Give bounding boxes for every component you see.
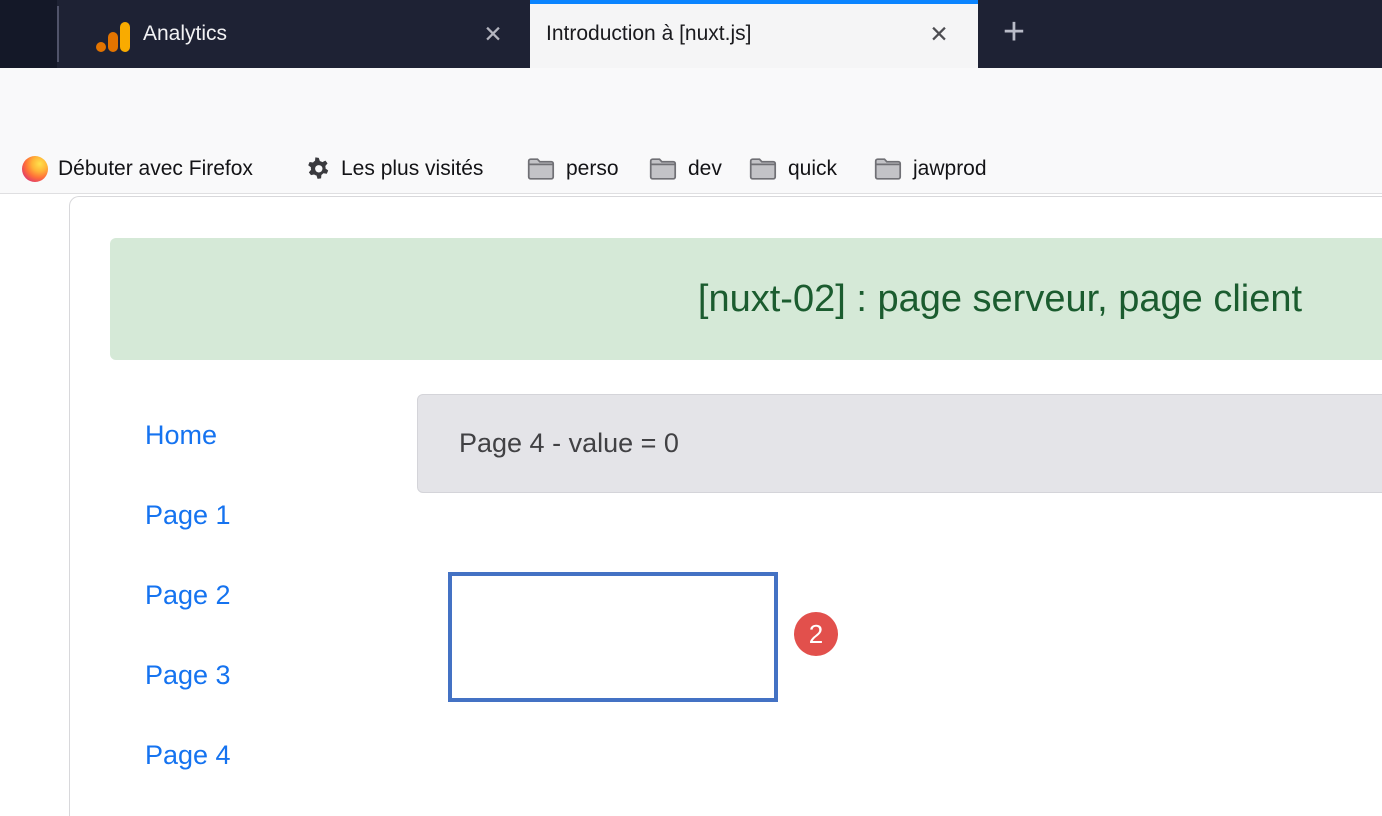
gear-icon [306, 156, 332, 182]
banner-title: [nuxt-02] : page serveur, page client [110, 238, 1382, 360]
nav-link-home[interactable]: Home [145, 420, 217, 451]
bookmark-label: quick [788, 145, 837, 193]
bookmark-label: perso [566, 145, 619, 193]
folder-icon [874, 156, 904, 182]
analytics-bars-icon [96, 22, 130, 52]
nav-link-page3[interactable]: Page 3 [145, 660, 231, 691]
tabbar-left-strip [0, 0, 57, 68]
bookmark-label: Débuter avec Firefox [58, 145, 253, 193]
bookmark-label: dev [688, 145, 722, 193]
browser-window: Analytics ✕ Introduction à [nuxt.js] ✕ +… [0, 0, 1382, 816]
close-icon[interactable]: ✕ [924, 0, 954, 68]
new-tab-button[interactable]: + [992, 0, 1036, 68]
nav-link-page2[interactable]: Page 2 [145, 580, 231, 611]
firefox-icon [22, 156, 48, 182]
tab-nuxt-active[interactable]: Introduction à [nuxt.js] ✕ [530, 0, 978, 68]
annotation-badge-2: 2 [794, 612, 838, 656]
folder-icon [527, 156, 557, 182]
success-banner: [nuxt-02] : page serveur, page client [110, 238, 1382, 360]
folder-icon [649, 156, 679, 182]
page-value-box: Page 4 - value = 0 [417, 394, 1382, 493]
tab-analytics[interactable]: Analytics ✕ [59, 0, 530, 68]
close-icon[interactable]: ✕ [478, 0, 508, 68]
nav-link-page4[interactable]: Page 4 [145, 740, 231, 771]
bookmark-label: Les plus visités [341, 145, 483, 193]
nav-link-page1[interactable]: Page 1 [145, 500, 231, 531]
page-value-text: Page 4 - value = 0 [459, 395, 679, 492]
page-content: [nuxt-02] : page serveur, page client Ho… [0, 194, 1382, 816]
folder-icon [749, 156, 779, 182]
annotation-box-2 [448, 572, 778, 702]
tab-bar: Analytics ✕ Introduction à [nuxt.js] ✕ + [0, 0, 1382, 68]
navigation-toolbar: localhost:81/nuxt-02/page4 1 [0, 68, 1382, 145]
bookmarks-bar: Débuter avec Firefox Les plus visités pe… [0, 145, 1382, 194]
tab-label: Introduction à [nuxt.js] [546, 0, 751, 68]
bookmark-label: jawprod [913, 145, 987, 193]
tab-label: Analytics [143, 0, 227, 68]
